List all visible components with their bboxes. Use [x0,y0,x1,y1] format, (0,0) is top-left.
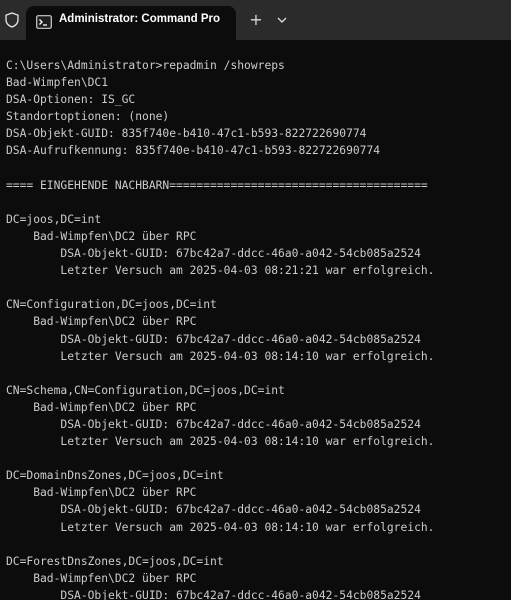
shield-icon [5,12,19,28]
command-prompt-icon [36,15,52,29]
terminal-line: DSA-Optionen: IS_GC [6,93,136,107]
terminal-line: DSA-Aufrufkennung: 835f740e-b410-47c1-b5… [6,144,381,158]
terminal-line: Bad-Wimpfen\DC2 über RPC [6,486,197,500]
terminal-line: Letzter Versuch am 2025-04-03 08:21:21 w… [6,264,435,278]
plus-icon[interactable]: + [247,11,265,29]
terminal-line: Letzter Versuch am 2025-04-03 08:14:10 w… [6,349,435,363]
tab-command-prompt[interactable]: Administrator: Command Pro [26,6,236,40]
terminal-line: DC=joos,DC=int [6,212,102,226]
terminal-line: CN=Schema,CN=Configuration,DC=joos,DC=in… [6,383,285,397]
terminal-line: Bad-Wimpfen\DC2 über RPC [6,229,197,243]
tab-title: Administrator: Command Pro [59,13,221,25]
terminal-line: Letzter Versuch am 2025-04-03 08:14:10 w… [6,435,435,449]
title-bar: Administrator: Command Pro + [0,0,511,40]
terminal-line: Standortoptionen: (none) [6,110,170,124]
terminal-line: CN=Configuration,DC=joos,DC=int [6,298,217,312]
terminal-output[interactable]: C:\Users\Administrator>repadmin /showrep… [6,57,511,600]
terminal-line: ==== EINGEHENDE NACHBARN================… [6,178,428,192]
terminal-line: DC=ForestDnsZones,DC=joos,DC=int [6,554,224,568]
terminal-line: DSA-Objekt-GUID: 67bc42a7-ddcc-46a0-a042… [6,503,421,517]
terminal-line: DC=DomainDnsZones,DC=joos,DC=int [6,469,224,483]
terminal-line: DSA-Objekt-GUID: 67bc42a7-ddcc-46a0-a042… [6,417,421,431]
terminal-line: DSA-Objekt-GUID: 67bc42a7-ddcc-46a0-a042… [6,588,421,600]
terminal-line: DSA-Objekt-GUID: 67bc42a7-ddcc-46a0-a042… [6,247,421,261]
terminal-line: C:\Users\Administrator>repadmin /showrep… [6,59,285,72]
terminal-window: Administrator: Command Pro + C:\Users\Ad… [0,0,511,600]
chevron-down-icon[interactable] [273,11,291,29]
terminal-line: DSA-Objekt-GUID: 67bc42a7-ddcc-46a0-a042… [6,332,421,346]
terminal-line: Letzter Versuch am 2025-04-03 08:14:10 w… [6,520,435,534]
terminal-line: Bad-Wimpfen\DC2 über RPC [6,400,197,414]
terminal-line: Bad-Wimpfen\DC2 über RPC [6,315,197,329]
terminal-line: Bad-Wimpfen\DC1 [6,76,109,90]
terminal-line: Bad-Wimpfen\DC2 über RPC [6,571,197,585]
terminal-line: DSA-Objekt-GUID: 835f740e-b410-47c1-b593… [6,127,367,141]
